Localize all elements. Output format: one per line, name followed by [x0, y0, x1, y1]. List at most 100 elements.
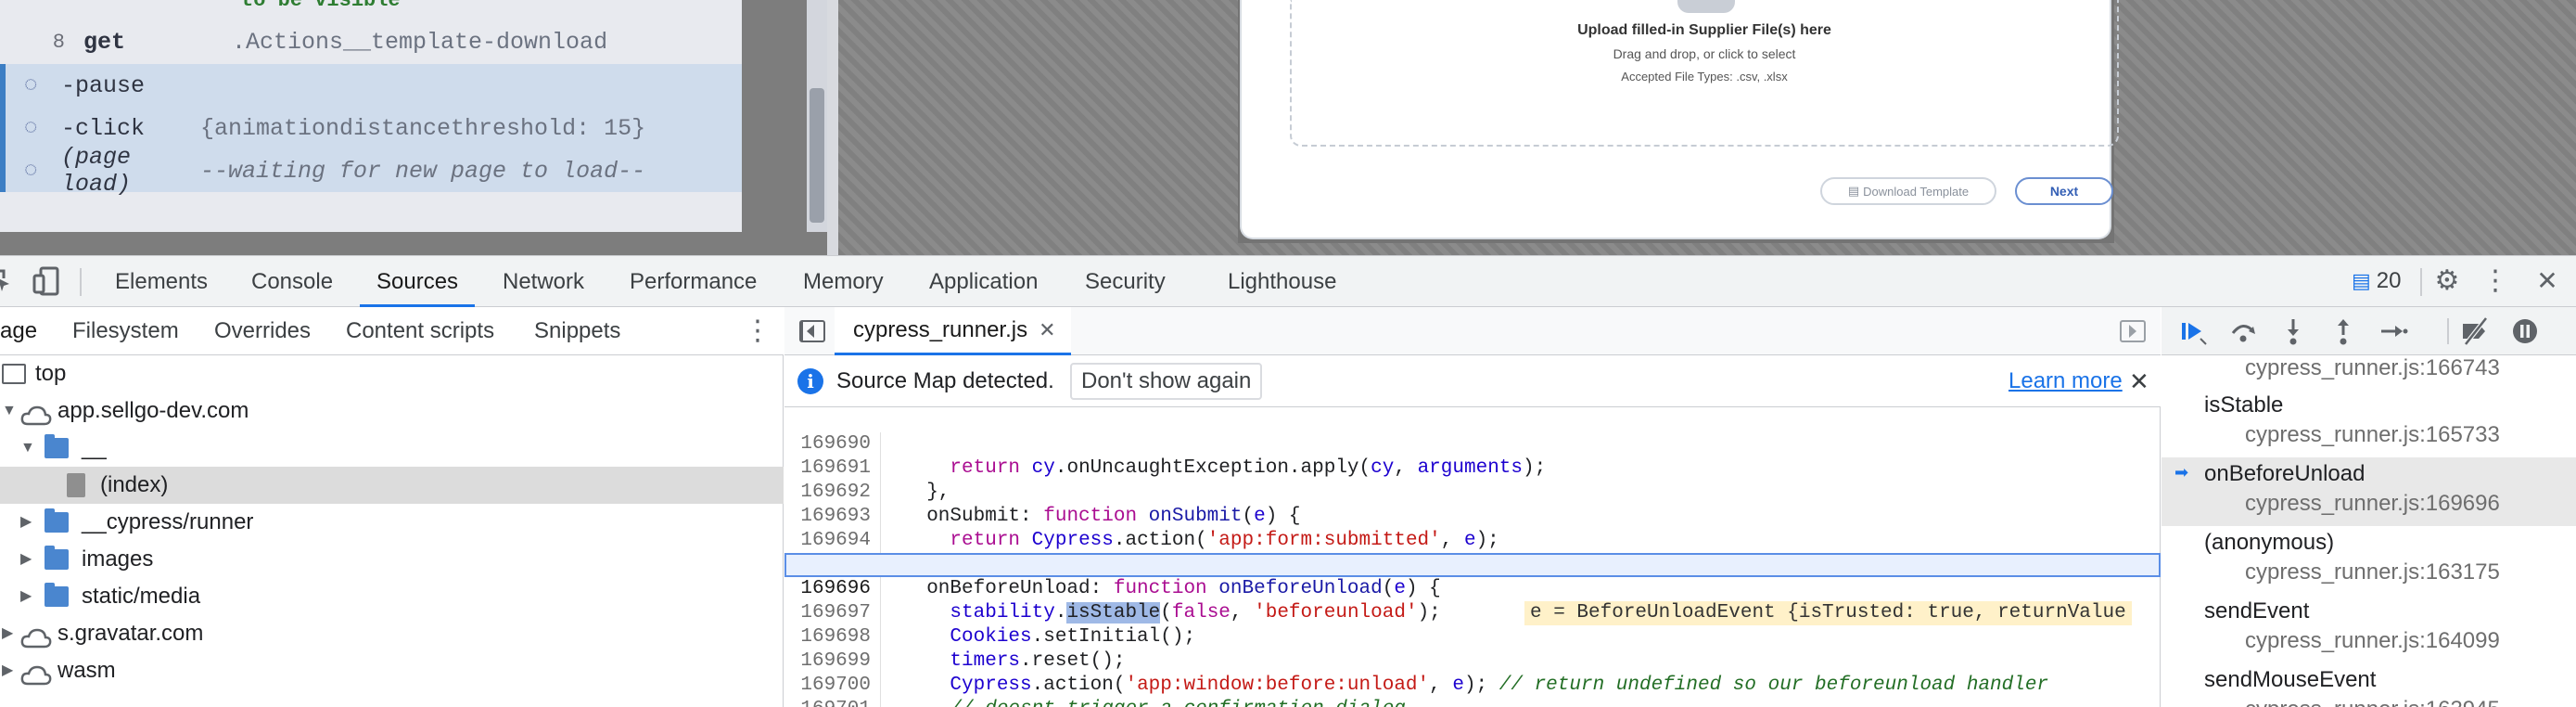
- tree-item-domain[interactable]: ▶ wasm: [0, 652, 784, 689]
- dropzone-hint: Drag and drop, or click to select: [1613, 46, 1796, 61]
- tab-elements[interactable]: Elements: [115, 256, 208, 307]
- toggle-navigator-icon[interactable]: [799, 320, 825, 342]
- tree-item-domain[interactable]: ▼ app.sellgo-dev.com: [0, 392, 784, 430]
- tree-item-top[interactable]: top: [0, 355, 784, 392]
- command-argument: {animationdistancethreshold: 15}: [200, 114, 646, 142]
- panel-resizer[interactable]: [827, 0, 838, 255]
- collapsed-arrow-icon[interactable]: ▶: [20, 578, 32, 615]
- tab-lighthouse[interactable]: Lighthouse: [1228, 256, 1336, 307]
- tree-item-folder[interactable]: ▶ images: [0, 541, 784, 578]
- code-line[interactable]: 169699 Cypress.action('app:window:before…: [784, 625, 2161, 696]
- source-editor: cypress_runner.js ✕ i Source Map detected…: [784, 307, 2161, 707]
- code-line[interactable]: 169694 },: [784, 505, 2161, 575]
- expanded-arrow-icon[interactable]: ▼: [20, 430, 35, 467]
- download-template-label: Download Template: [1863, 184, 1970, 199]
- toggle-debugger-icon[interactable]: [2120, 320, 2146, 342]
- code-line[interactable]: 169690 return cy.onUncaughtException.app…: [784, 408, 2161, 479]
- call-frame-location: cypress_runner.js:163945: [2245, 697, 2500, 707]
- call-frame-location: cypress_runner.js:164099: [2245, 628, 2500, 653]
- tab-network[interactable]: Network: [503, 256, 584, 307]
- tree-item-label: s.gravatar.com: [57, 621, 204, 646]
- tab-performance[interactable]: Performance: [630, 256, 757, 307]
- pause-on-exceptions-icon[interactable]: [2510, 316, 2540, 346]
- more-options-icon[interactable]: ⋮: [2481, 265, 2509, 297]
- tree-item-label: top: [35, 361, 67, 386]
- tab-console[interactable]: Console: [251, 256, 333, 307]
- file-dropzone[interactable]: Upload filled-in Supplier File(s) here D…: [1290, 0, 2119, 147]
- call-frame[interactable]: sendMouseEvent cypress_runner.js:163945: [2162, 663, 2576, 707]
- debugger-sidebar: action cypress_runner.js:166743 isStable…: [2162, 307, 2576, 707]
- tree-item-folder[interactable]: ▼ __: [0, 430, 784, 467]
- tree-item-file[interactable]: (index): [0, 467, 784, 504]
- call-frame-active[interactable]: ➡ onBeforeUnload cypress_runner.js:16969…: [2162, 457, 2576, 526]
- current-frame-arrow-icon: ➡: [2174, 463, 2189, 482]
- close-tab-icon[interactable]: ✕: [1039, 318, 1055, 341]
- tab-memory[interactable]: Memory: [803, 256, 884, 307]
- step-into-icon[interactable]: [2278, 316, 2308, 346]
- command-log-row[interactable]: ◌ -pause: [0, 64, 742, 107]
- code-line[interactable]: 169697 Cookies.setInitial();: [784, 577, 2161, 648]
- more-options-icon[interactable]: ⋮: [744, 316, 772, 346]
- call-frame-location: cypress_runner.js:165733: [2245, 422, 2500, 447]
- command-log-row[interactable]: 8 get .Actions__template-download: [0, 20, 742, 63]
- tab-page[interactable]: age: [0, 307, 37, 355]
- tab-application[interactable]: Application: [929, 256, 1038, 307]
- deactivate-breakpoints-icon[interactable]: [2460, 316, 2490, 346]
- file-tab[interactable]: cypress_runner.js ✕: [835, 307, 1071, 355]
- tree-item-domain[interactable]: ▶ s.gravatar.com: [0, 615, 784, 652]
- call-frame[interactable]: sendEvent cypress_runner.js:164099: [2162, 595, 2576, 663]
- dont-show-again-button[interactable]: Don't show again: [1070, 363, 1263, 400]
- tab-overrides[interactable]: Overrides: [214, 307, 311, 355]
- code-line[interactable]: 169693 return Cypress.action('app:form:s…: [784, 481, 2161, 551]
- command-name: get: [83, 28, 126, 56]
- collapsed-arrow-icon[interactable]: ▶: [2, 652, 13, 689]
- step-icon[interactable]: [2378, 316, 2408, 346]
- toolbar-separator: [2420, 268, 2422, 296]
- tree-item-folder[interactable]: ▶ __cypress/runner: [0, 504, 784, 541]
- code-line[interactable]: 169698 timers.reset();: [784, 601, 2161, 672]
- call-frame-location: cypress_runner.js:163175: [2245, 559, 2500, 585]
- line-number[interactable]: 169701: [784, 698, 881, 707]
- call-frame[interactable]: (anonymous) cypress_runner.js:163175: [2162, 526, 2576, 595]
- expanded-arrow-icon[interactable]: ▼: [2, 392, 17, 430]
- close-icon[interactable]: ✕: [2531, 265, 2563, 297]
- toolbar-separator: [80, 268, 82, 296]
- code-line[interactable]: 169695 onBeforeUnload: function onBefore…: [784, 529, 2161, 625]
- command-log-row[interactable]: ◌ (page load) --waiting for new page to …: [0, 144, 742, 198]
- call-frame[interactable]: isStable cypress_runner.js:165733: [2162, 389, 2576, 457]
- code-line[interactable]: 169692 onSubmit: function onSubmit(e) {: [784, 456, 2161, 527]
- resume-icon[interactable]: [2178, 316, 2208, 346]
- tab-filesystem[interactable]: Filesystem: [72, 307, 179, 355]
- close-infobar-icon[interactable]: ✕: [2129, 355, 2149, 407]
- call-frame-name: onBeforeUnload: [2204, 461, 2366, 486]
- next-button[interactable]: Next: [2015, 177, 2113, 205]
- reporter-scrollbar-thumb[interactable]: [810, 88, 824, 223]
- collapsed-arrow-icon[interactable]: ▶: [2, 615, 13, 652]
- issues-counter[interactable]: ▤ 20: [2352, 267, 2402, 295]
- tree-item-folder[interactable]: ▶ static/media: [0, 578, 784, 615]
- step-over-icon[interactable]: [2228, 316, 2258, 346]
- collapsed-arrow-icon[interactable]: ▶: [20, 504, 32, 541]
- gear-icon[interactable]: ⚙: [2431, 265, 2463, 297]
- code-line[interactable]: 169701: [784, 674, 2161, 707]
- tab-security[interactable]: Security: [1085, 256, 1166, 307]
- learn-more-link[interactable]: Learn more: [2009, 355, 2123, 407]
- tab-snippets[interactable]: Snippets: [534, 307, 620, 355]
- call-frame-location: cypress_runner.js:169696: [2245, 491, 2500, 516]
- collapsed-arrow-icon[interactable]: ▶: [20, 541, 32, 578]
- download-template-button[interactable]: ▤ Download Template: [1820, 177, 1996, 205]
- command-name: -pause: [61, 71, 146, 99]
- device-toolbar-icon[interactable]: [32, 265, 61, 297]
- step-out-icon[interactable]: [2328, 316, 2358, 346]
- code-line[interactable]: 169700 // doesnt trigger a confirmation …: [784, 649, 2161, 707]
- cloud-icon: [20, 623, 52, 649]
- code-line-paused[interactable]: 169696 stability.isStable(false, 'before…: [784, 553, 2161, 623]
- tab-sources[interactable]: Sources: [360, 256, 476, 307]
- code-line[interactable]: 169691 },: [784, 432, 2161, 503]
- call-frame-name: sendMouseEvent: [2204, 667, 2377, 692]
- inspect-element-icon[interactable]: [0, 265, 13, 297]
- code-area[interactable]: 169690 return cy.onUncaughtException.app…: [784, 408, 2161, 707]
- call-frame[interactable]: action cypress_runner.js:166743: [2162, 355, 2576, 391]
- cloud-icon: [20, 661, 52, 686]
- tab-content-scripts[interactable]: Content scripts: [346, 307, 494, 355]
